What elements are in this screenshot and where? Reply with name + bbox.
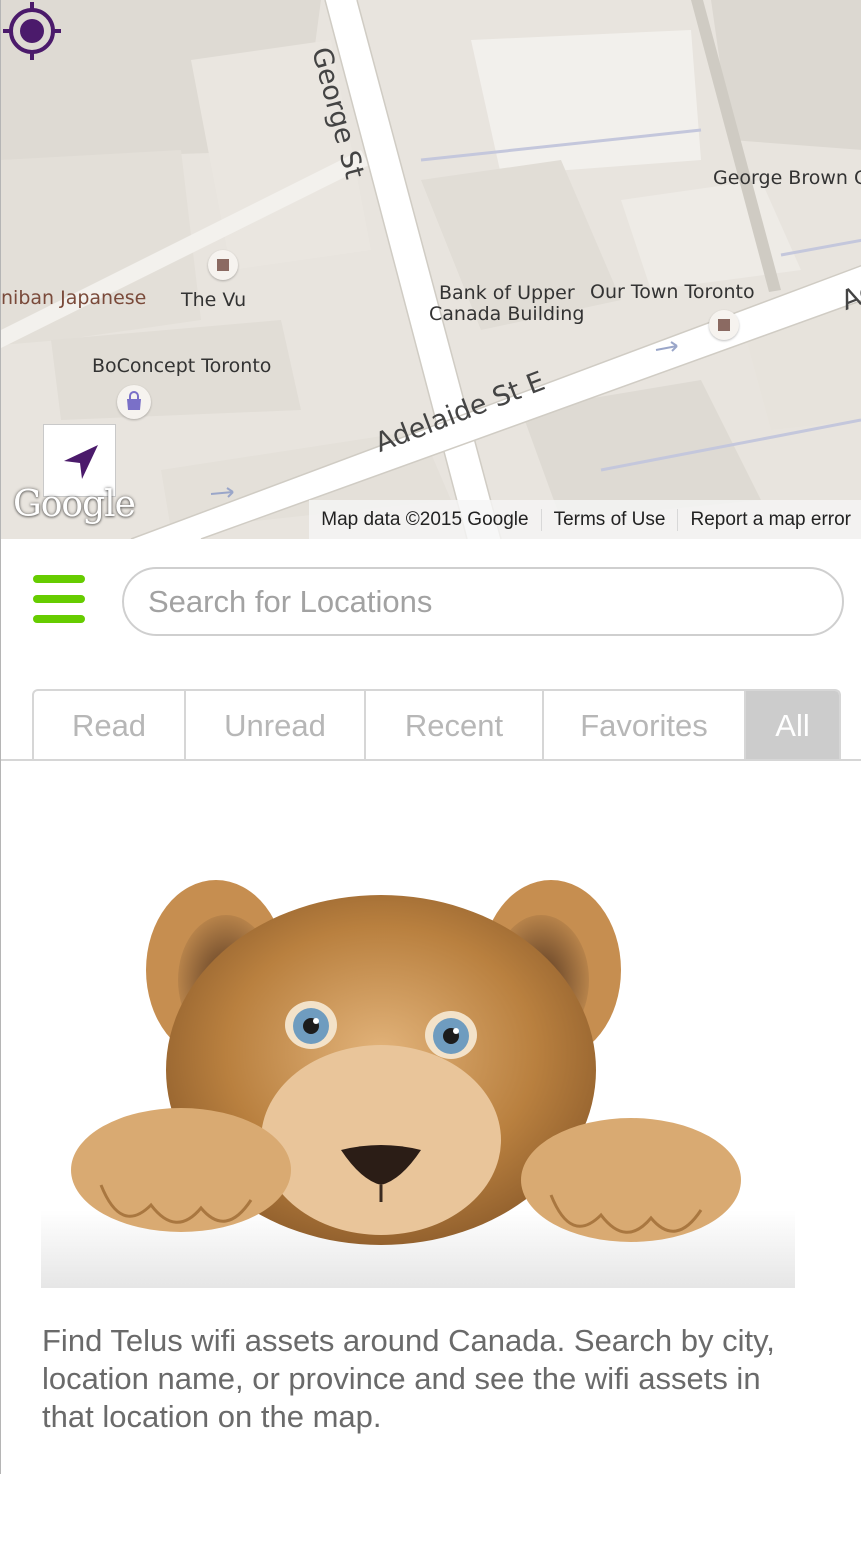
map-label-bank-line2: Canada Building xyxy=(429,303,585,325)
lion-cub-illustration xyxy=(41,880,795,1288)
app-container: George St George Brown C Bank of Upper C… xyxy=(0,0,861,1474)
map-canvas xyxy=(1,0,861,539)
map-label-nibian: niban Japanese xyxy=(1,287,147,309)
poi-marker-our-town[interactable] xyxy=(709,310,739,340)
tabs-divider xyxy=(1,759,861,761)
google-logo: Google xyxy=(13,484,136,525)
crosshair-target-icon[interactable] xyxy=(1,0,63,62)
shopping-bag-icon[interactable] xyxy=(117,385,151,419)
report-map-error-link[interactable]: Report a map error xyxy=(677,508,861,531)
tab-all[interactable]: All xyxy=(746,691,839,760)
poi-marker-the-vu[interactable] xyxy=(208,250,238,280)
map-attribution-bar: Map data ©2015 Google Terms of Use Repor… xyxy=(309,500,861,539)
filter-tabs: Read Unread Recent Favorites All xyxy=(32,689,841,760)
tab-favorites[interactable]: Favorites xyxy=(544,691,746,760)
map-view[interactable]: George St George Brown C Bank of Upper C… xyxy=(1,0,861,539)
map-label-george-brown: George Brown C xyxy=(713,167,861,189)
tab-recent[interactable]: Recent xyxy=(366,691,544,760)
map-label-the-vu: The Vu xyxy=(181,289,247,311)
description-text: Find Telus wifi assets around Canada. Se… xyxy=(42,1323,775,1434)
tab-read[interactable]: Read xyxy=(34,691,186,760)
hamburger-menu-icon[interactable] xyxy=(33,575,85,625)
search-input[interactable] xyxy=(122,567,844,636)
map-data-credit: Map data ©2015 Google xyxy=(321,508,529,530)
terms-of-use-link[interactable]: Terms of Use xyxy=(540,508,678,531)
map-label-boconcept: BoConcept Toronto xyxy=(92,355,272,377)
tab-unread[interactable]: Unread xyxy=(186,691,366,760)
map-label-bank-line1: Bank of Upper xyxy=(439,282,575,304)
map-label-our-town: Our Town Toronto xyxy=(590,281,755,303)
